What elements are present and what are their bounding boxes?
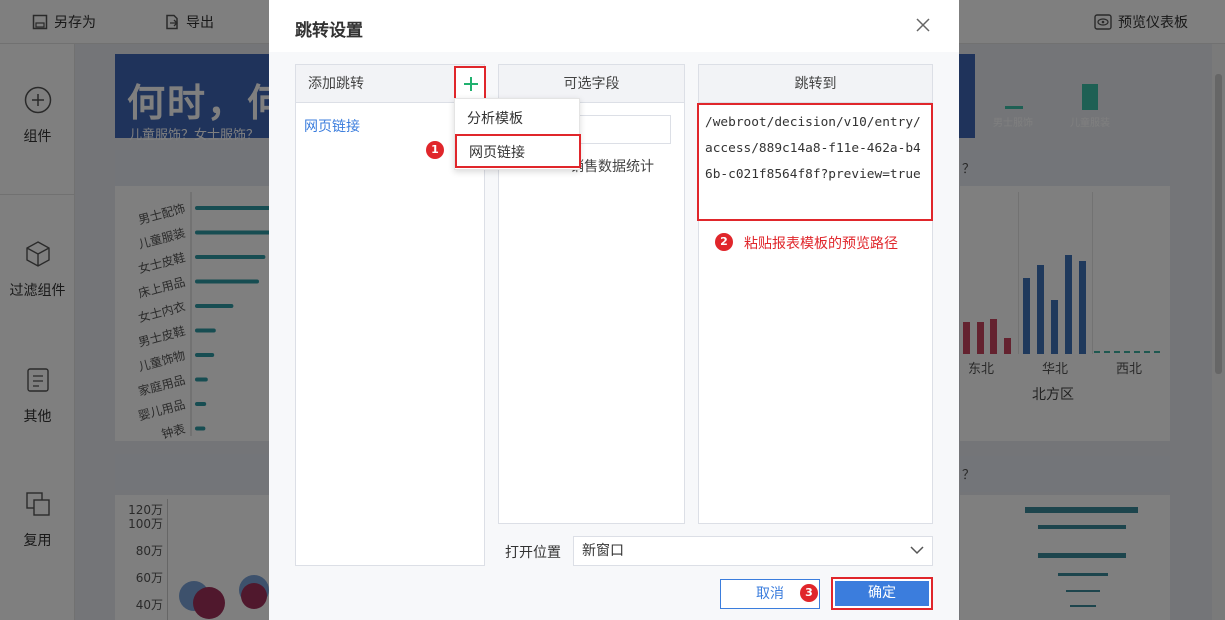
chevron-down-icon <box>910 546 924 555</box>
jump-item-web-link[interactable]: 网页链接 <box>304 116 360 136</box>
dialog-header: 跳转设置 <box>269 0 959 52</box>
open-position-select[interactable]: 新窗口 <box>573 536 933 566</box>
open-position-value: 新窗口 <box>582 543 624 559</box>
jump-url-textarea[interactable]: /webroot/decision/v10/entry/access/889c1… <box>697 103 933 221</box>
field-item[interactable]: 销售数据统计 <box>570 156 654 176</box>
menu-item-analysis-template[interactable]: 分析模板 <box>455 102 581 136</box>
plus-icon <box>464 77 478 91</box>
paste-path-hint: 粘贴报表模板的预览路径 <box>744 236 898 252</box>
add-jump-button[interactable] <box>454 66 486 100</box>
menu-item-web-link[interactable]: 网页链接 <box>455 134 581 168</box>
add-jump-dropdown: 分析模板 网页链接 <box>454 98 581 170</box>
step-badge-2: 2 <box>715 233 733 251</box>
jump-to-header: 跳转到 <box>699 65 932 103</box>
dialog-title: 跳转设置 <box>295 21 363 41</box>
field-search-input[interactable] <box>569 115 671 144</box>
step-badge-1: 1 <box>426 141 444 159</box>
jump-settings-dialog: 跳转设置 添加跳转 网页链接 可选字段 销售数据统计 跳转到 /webroot/… <box>269 0 959 620</box>
confirm-label: 确定 <box>835 581 929 606</box>
open-position-label: 打开位置 <box>505 545 561 561</box>
confirm-button[interactable]: 确定 <box>831 577 933 610</box>
close-icon[interactable] <box>912 14 934 36</box>
step-badge-3: 3 <box>800 584 818 602</box>
